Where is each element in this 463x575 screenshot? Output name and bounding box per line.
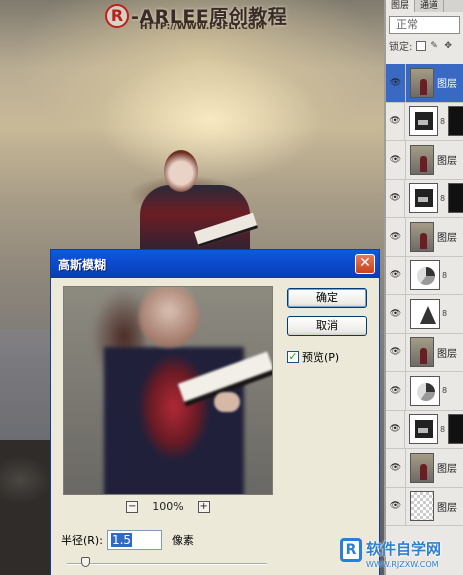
layer-list: 👁 图层 👁 8 👁 图层 👁 8 👁 图层 👁 8 👁 8 👁 图层 👁 8 👁 8 👁 图层 👁 图层	[386, 64, 463, 526]
layer-row[interactable]: 👁 8	[386, 410, 463, 449]
zoom-in-button[interactable]: +	[197, 500, 210, 513]
blur-preview[interactable]	[63, 286, 273, 495]
link-icon[interactable]: 8	[440, 425, 446, 434]
visibility-eye-icon[interactable]: 👁	[386, 487, 406, 525]
layer-thumbnail[interactable]	[410, 452, 434, 483]
lock-label: 锁定:	[389, 42, 413, 53]
layer-name: 图层	[437, 348, 457, 360]
layer-row[interactable]: 👁 图层	[386, 64, 463, 103]
preview-skin	[139, 287, 199, 347]
site-name: 软件自学网	[366, 540, 442, 558]
visibility-eye-icon[interactable]: 👁	[386, 333, 406, 371]
layer-name: 图层	[437, 233, 457, 245]
visibility-eye-icon[interactable]: 👁	[386, 410, 406, 448]
layer-thumbnail[interactable]	[410, 375, 440, 406]
layers-panel: 图层 通道 正常 锁定: ✎ ✥ 👁 图层 👁 8 👁 图层 👁 8 👁 图层 👁 8 👁 8 👁 图层 👁 8 👁…	[384, 0, 463, 575]
layer-thumbnail[interactable]	[410, 337, 434, 368]
layer-thumbnail[interactable]	[410, 67, 434, 98]
radius-value: 1.5	[110, 533, 133, 547]
layer-thumbnail[interactable]	[410, 260, 440, 291]
layer-row[interactable]: 👁 图层	[386, 141, 463, 180]
layer-thumbnail[interactable]	[410, 298, 440, 329]
radius-slider[interactable]	[67, 557, 267, 567]
dialog-titlebar[interactable]: 高斯模糊 ✕	[51, 250, 379, 278]
panel-tabs: 图层 通道	[386, 0, 463, 12]
visibility-eye-icon[interactable]: 👁	[386, 64, 406, 102]
layer-mask-thumbnail[interactable]	[447, 414, 463, 445]
dialog-title: 高斯模糊	[58, 257, 107, 272]
zoom-out-button[interactable]: −	[126, 500, 139, 513]
layer-row[interactable]: 👁 8	[386, 256, 463, 295]
link-icon[interactable]: 8	[442, 271, 448, 280]
visibility-eye-icon[interactable]: 👁	[386, 295, 406, 333]
link-icon[interactable]: 8	[442, 309, 448, 318]
layer-row[interactable]: 👁 图层	[386, 218, 463, 257]
cancel-button[interactable]: 取消	[287, 316, 367, 336]
link-icon[interactable]: 8	[442, 386, 448, 395]
layer-thumbnail[interactable]	[409, 183, 438, 214]
layer-row[interactable]: 👁 8	[386, 295, 463, 334]
visibility-eye-icon[interactable]: 👁	[386, 102, 406, 140]
radius-row: 半径(R): 1.5 像素	[61, 530, 194, 550]
layer-row[interactable]: 👁 8	[386, 372, 463, 411]
visibility-eye-icon[interactable]: 👁	[386, 372, 406, 410]
preview-checkbox[interactable]: ✓	[287, 351, 299, 363]
registered-mark-icon: R	[105, 3, 129, 28]
layer-mask-thumbnail[interactable]	[447, 106, 463, 137]
layer-thumbnail[interactable]	[409, 414, 438, 445]
site-watermark: R 软件自学网 WWW.RJZXW.COM	[340, 538, 462, 574]
zoom-controls: − 100% +	[63, 500, 273, 513]
layer-mask-thumbnail[interactable]	[447, 183, 463, 214]
preview-checkbox-label: 预览(P)	[302, 351, 340, 364]
radius-input[interactable]: 1.5	[106, 530, 162, 550]
layer-row[interactable]: 👁 图层	[386, 333, 463, 372]
visibility-eye-icon[interactable]: 👁	[386, 141, 406, 179]
layer-row[interactable]: 👁 图层	[386, 487, 463, 526]
layer-row[interactable]: 👁 图层	[386, 449, 463, 488]
figure-head	[164, 150, 198, 192]
link-icon[interactable]: 8	[440, 194, 446, 203]
layer-name: 图层	[437, 502, 457, 514]
layer-name: 图层	[437, 464, 457, 476]
blend-mode-select[interactable]: 正常	[389, 16, 460, 34]
visibility-eye-icon[interactable]: 👁	[386, 449, 406, 487]
ok-button[interactable]: 确定	[287, 288, 367, 308]
link-icon[interactable]: 8	[440, 117, 446, 126]
gaussian-blur-dialog: 高斯模糊 ✕ − 100% + 确定 取消 ✓ 预览(P) 半径(R): 1.5…	[50, 249, 380, 575]
radius-label: 半径(R):	[61, 534, 103, 547]
layer-thumbnail[interactable]	[410, 144, 434, 175]
layer-name: 图层	[437, 79, 457, 91]
radius-slider-thumb[interactable]	[81, 557, 90, 567]
lock-transparency-checkbox[interactable]	[416, 40, 427, 51]
tab-channels[interactable]: 通道	[415, 0, 445, 12]
site-logo-icon: R	[340, 538, 362, 562]
site-url: WWW.RJZXW.COM	[366, 560, 439, 569]
layer-row[interactable]: 👁 8	[386, 102, 463, 141]
layer-row[interactable]: 👁 8	[386, 179, 463, 218]
layer-thumbnail[interactable]	[410, 491, 434, 522]
layer-thumbnail[interactable]	[409, 106, 438, 137]
visibility-eye-icon[interactable]: 👁	[386, 179, 406, 217]
lock-row: 锁定: ✎ ✥	[389, 38, 460, 53]
brush-icon[interactable]: ✎	[430, 41, 440, 51]
close-button[interactable]: ✕	[355, 254, 375, 274]
preview-option[interactable]: ✓ 预览(P)	[287, 349, 339, 365]
visibility-eye-icon[interactable]: 👁	[386, 256, 406, 294]
brand-url: HTTP://WWW.PSFLY.COM	[140, 22, 265, 32]
move-icon[interactable]: ✥	[444, 41, 454, 51]
layer-name: 图层	[437, 156, 457, 168]
visibility-eye-icon[interactable]: 👁	[386, 218, 406, 256]
zoom-level: 100%	[152, 500, 184, 513]
preview-hand	[214, 392, 240, 412]
tab-layers[interactable]: 图层	[386, 0, 416, 12]
radius-unit: 像素	[171, 534, 194, 547]
layer-thumbnail[interactable]	[410, 221, 434, 252]
